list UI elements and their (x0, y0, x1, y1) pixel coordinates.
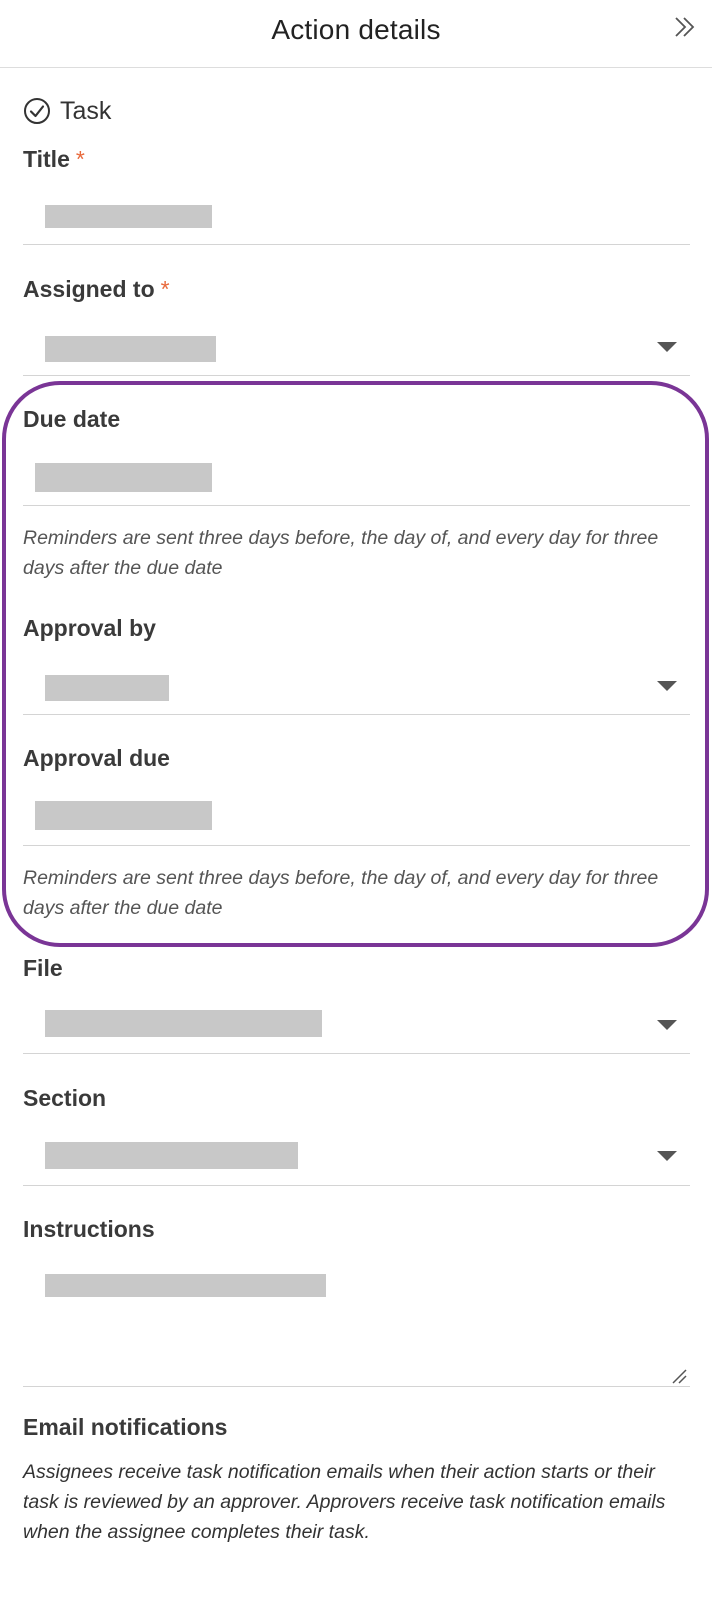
file-select[interactable] (23, 1003, 690, 1053)
file-label: File (23, 955, 63, 981)
required-marker: * (160, 276, 170, 302)
check-circle-icon (24, 98, 50, 124)
approval-by-value (45, 675, 169, 701)
title-value (45, 205, 212, 228)
chevron-down-icon[interactable] (657, 681, 677, 691)
title-underline (23, 244, 690, 245)
file-value (45, 1010, 322, 1037)
action-type: Task (23, 96, 111, 126)
resize-handle-icon[interactable] (670, 1367, 688, 1385)
assigned-to-underline (23, 375, 690, 376)
instructions-textarea[interactable] (23, 1262, 690, 1386)
approval-due-input[interactable] (23, 795, 690, 845)
assigned-to-label: Assigned to * (23, 276, 170, 302)
assigned-to-select[interactable] (23, 326, 690, 375)
title-input[interactable] (23, 195, 690, 245)
chevron-down-icon[interactable] (657, 342, 677, 352)
instructions-value (45, 1274, 326, 1297)
approval-due-value (35, 801, 212, 830)
due-date-underline (23, 505, 690, 506)
due-date-label: Due date (23, 406, 121, 432)
due-date-hint: Reminders are sent three days before, th… (23, 527, 659, 579)
panel-title: Action details (271, 14, 441, 45)
chevron-down-icon[interactable] (657, 1020, 677, 1030)
email-notifications-title: Email notifications (23, 1414, 228, 1440)
email-notifications-description: Assignees receive task notification emai… (23, 1461, 666, 1543)
due-date-input[interactable] (23, 455, 690, 505)
section-label: Section (23, 1085, 107, 1111)
double-chevron-right-icon (675, 17, 695, 37)
chevron-down-icon[interactable] (657, 1151, 677, 1161)
section-underline (23, 1185, 690, 1186)
file-underline (23, 1053, 690, 1054)
instructions-underline (23, 1386, 690, 1387)
section-value (45, 1142, 298, 1169)
action-type-label: Task (60, 96, 112, 125)
section-select[interactable] (23, 1135, 690, 1185)
assigned-to-value (45, 336, 216, 362)
approval-due-hint: Reminders are sent three days before, th… (23, 867, 659, 919)
collapse-panel-button[interactable] (670, 12, 700, 42)
title-label: Title * (23, 146, 85, 172)
approval-by-label: Approval by (23, 615, 156, 641)
panel-header: Action details (0, 0, 712, 68)
instructions-label: Instructions (23, 1216, 155, 1242)
required-marker: * (75, 146, 85, 172)
approval-due-underline (23, 845, 690, 846)
approval-by-select[interactable] (23, 665, 690, 714)
approval-by-underline (23, 714, 690, 715)
approval-due-label: Approval due (23, 745, 170, 771)
due-date-value (35, 463, 212, 492)
